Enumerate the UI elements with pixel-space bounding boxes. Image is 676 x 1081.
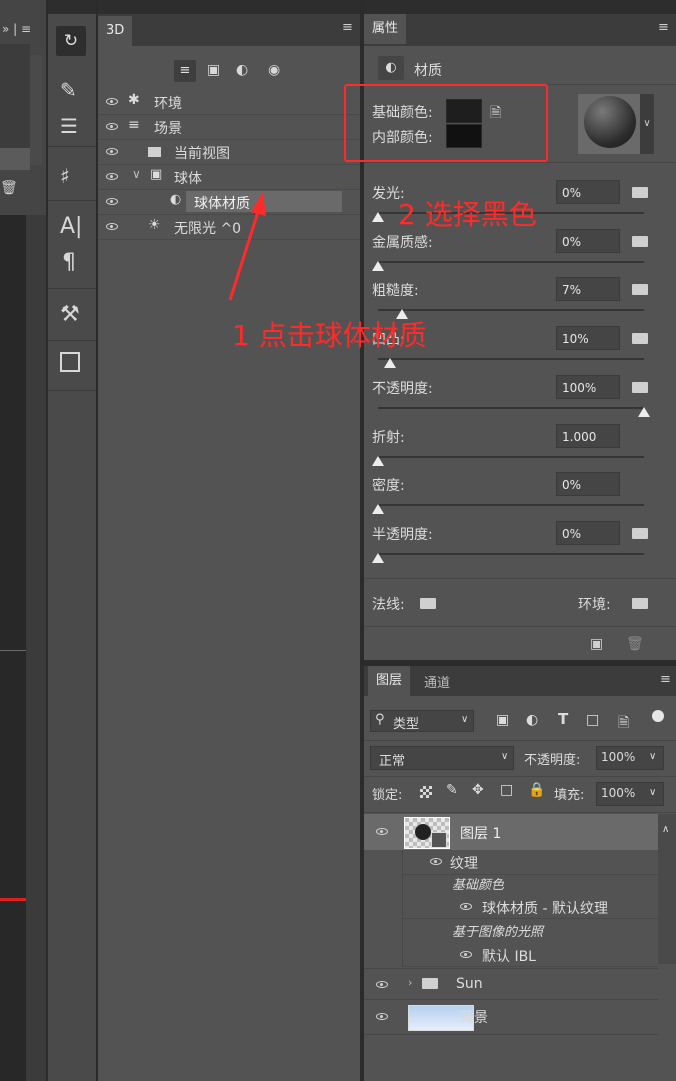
annotation-overlay xyxy=(228,192,266,301)
annotation-arrow xyxy=(228,211,260,301)
annotation-step2: 2 选择黑色 xyxy=(398,198,537,231)
annotation-step1: 1 点击球体材质 xyxy=(232,319,427,352)
arrow-head xyxy=(251,192,266,216)
